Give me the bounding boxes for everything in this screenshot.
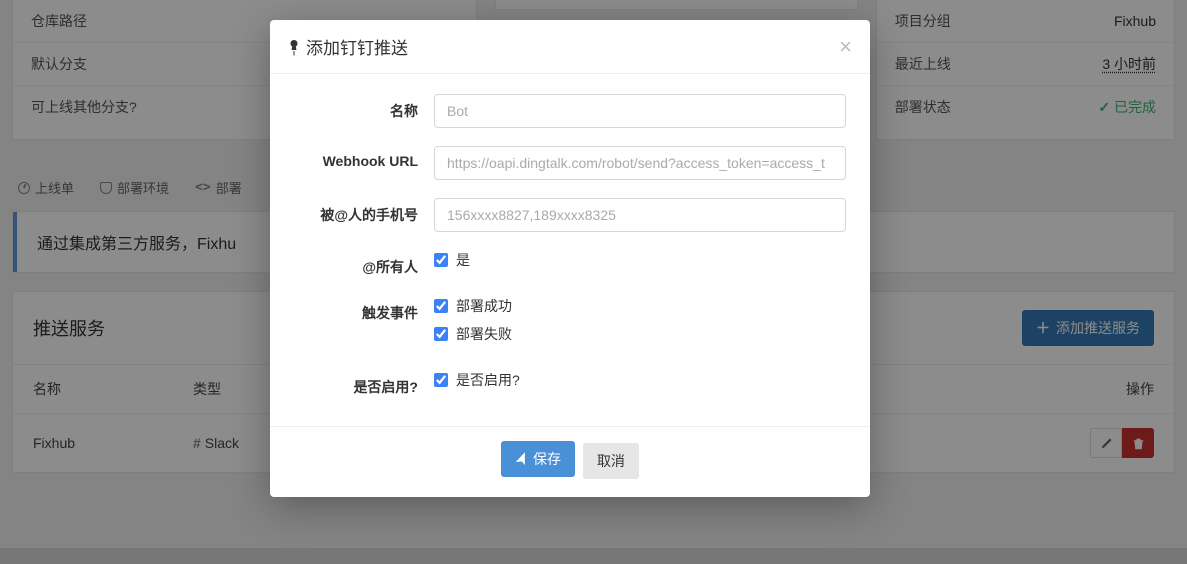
cancel-button[interactable]: 取消 <box>583 443 639 479</box>
events-label: 触发事件 <box>294 296 434 323</box>
modal-title-text: 添加钉钉推送 <box>306 34 408 59</box>
name-label: 名称 <box>294 94 434 121</box>
enabled-checkbox-row[interactable]: 是否启用? <box>434 370 846 390</box>
enabled-label: 是否启用? <box>294 370 434 397</box>
webhook-label: Webhook URL <box>294 146 434 169</box>
webhook-input[interactable] <box>434 146 846 180</box>
save-button[interactable]: 保存 <box>501 441 575 477</box>
phones-label: 被@人的手机号 <box>294 198 434 225</box>
event-success-row[interactable]: 部署成功 <box>434 296 846 316</box>
add-dingtalk-modal: 添加钉钉推送 × 名称 Webhook URL 被@人的手机号 @所有人 是 <box>270 20 870 497</box>
event-fail-row[interactable]: 部署失败 <box>434 324 846 344</box>
pin-icon <box>288 40 300 54</box>
atall-checkbox-row[interactable]: 是 <box>434 250 846 270</box>
event-success-checkbox[interactable] <box>434 299 448 313</box>
enabled-checkbox[interactable] <box>434 373 448 387</box>
send-icon <box>513 451 528 466</box>
atall-checkbox[interactable] <box>434 253 448 267</box>
close-button[interactable]: × <box>839 36 852 58</box>
event-fail-checkbox[interactable] <box>434 327 448 341</box>
name-input[interactable] <box>434 94 846 128</box>
phones-input[interactable] <box>434 198 846 232</box>
atall-label: @所有人 <box>294 250 434 277</box>
